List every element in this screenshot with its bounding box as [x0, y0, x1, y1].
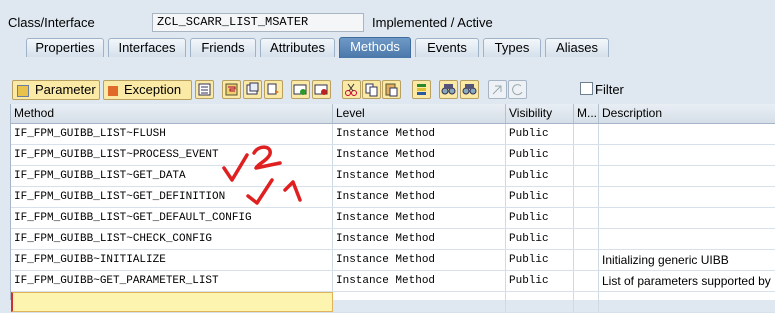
handwritten-mark-2 — [246, 178, 302, 205]
handwritten-annotations — [222, 145, 302, 205]
handwritten-mark-1 — [222, 145, 282, 182]
